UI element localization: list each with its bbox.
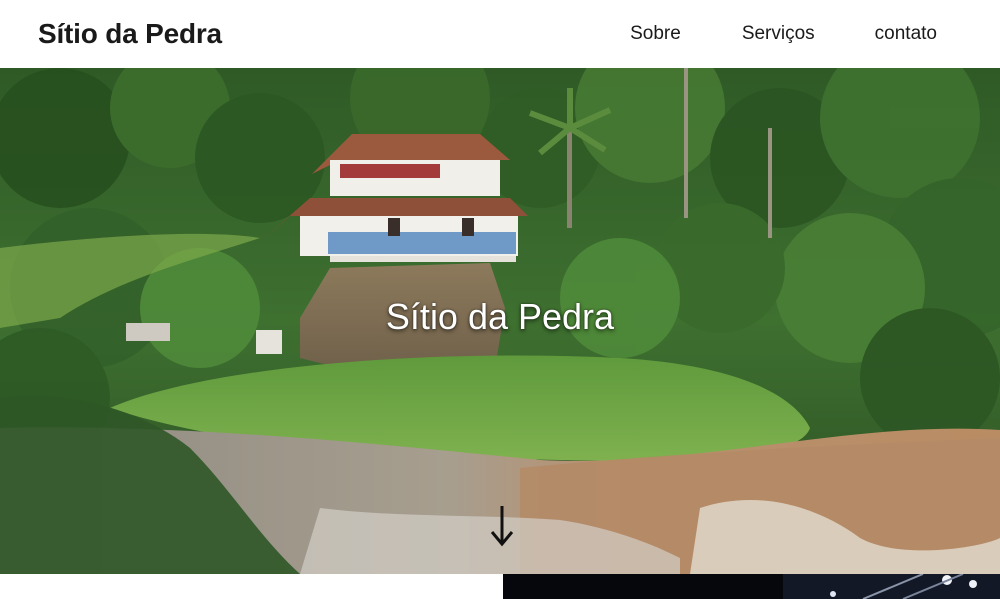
site-header: Sítio da Pedra Sobre Serviços contato <box>0 0 1000 68</box>
main-nav: Sobre Serviços contato <box>630 0 937 68</box>
arrow-down-icon[interactable] <box>489 504 515 548</box>
nav-link-contato[interactable]: contato <box>875 23 937 45</box>
nav-link-sobre[interactable]: Sobre <box>630 23 681 45</box>
brand-logo-text[interactable]: Sítio da Pedra <box>38 18 222 50</box>
hero-section: Sítio da Pedra <box>0 68 1000 574</box>
night-photo-image <box>503 574 1000 599</box>
hero-title: Sítio da Pedra <box>385 296 615 337</box>
nav-link-servicos[interactable]: Serviços <box>742 23 815 45</box>
photo-thumbnail <box>503 574 1000 599</box>
section-strip-white <box>0 574 503 599</box>
